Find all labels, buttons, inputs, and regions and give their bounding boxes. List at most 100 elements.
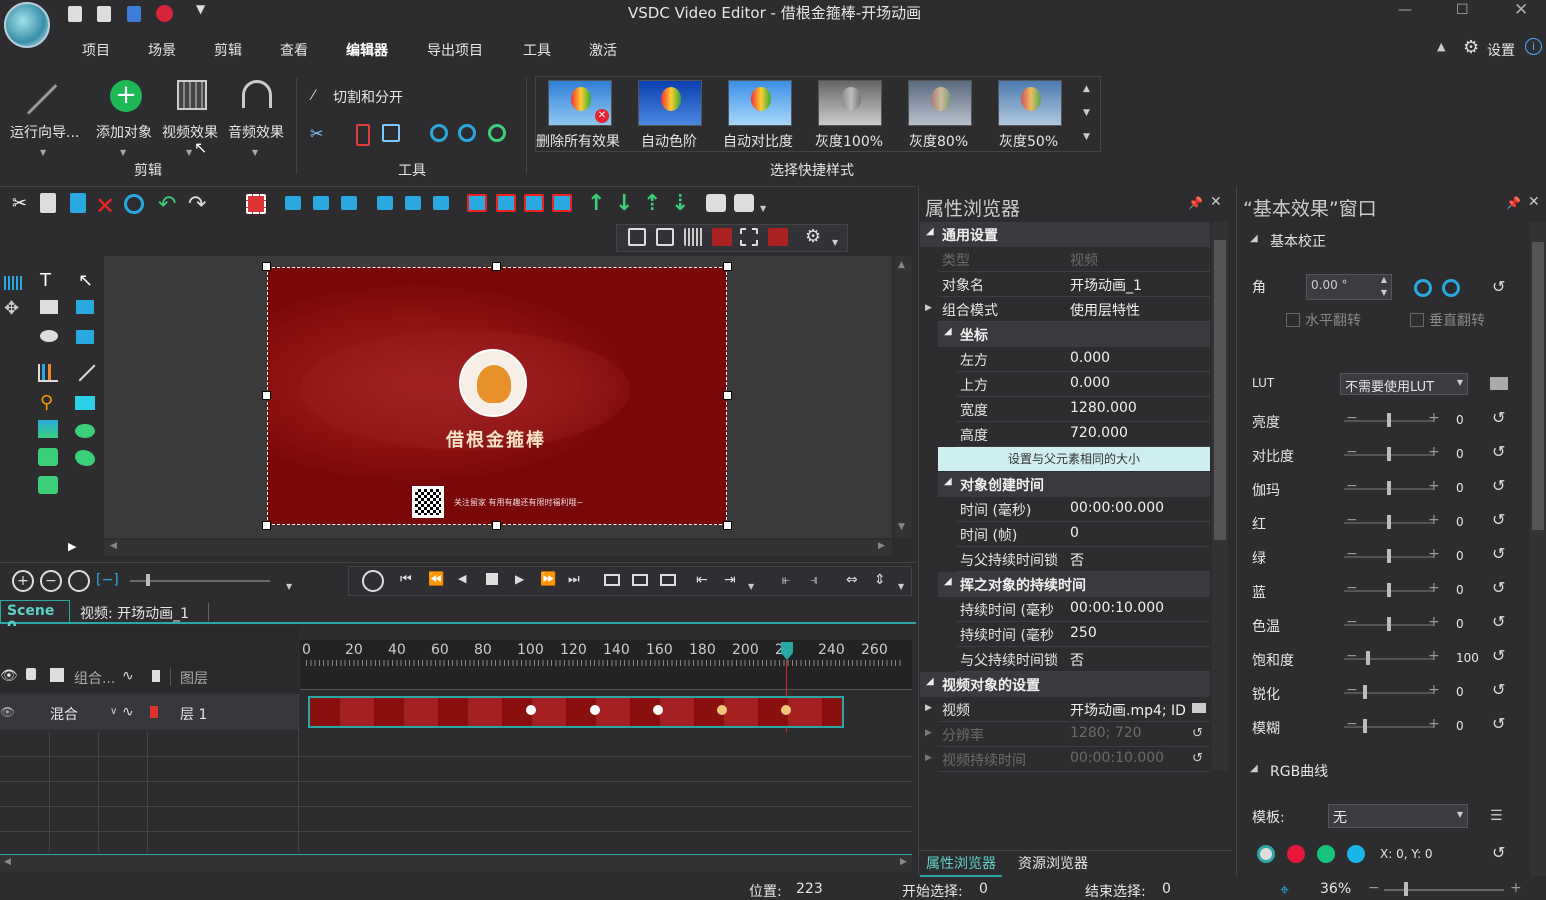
rewind-icon[interactable]: ⏪ (428, 572, 444, 587)
slider-knob[interactable] (1387, 413, 1391, 427)
split-icon[interactable] (632, 574, 648, 586)
resize-handle[interactable] (262, 391, 271, 400)
bounds-icon[interactable] (740, 228, 758, 246)
timeline-zoom-slider[interactable] (130, 580, 270, 582)
move-down-icon[interactable]: ↓ (615, 191, 637, 216)
menu-scene[interactable]: 场景 (148, 40, 176, 60)
rectangle-icon[interactable] (75, 396, 95, 410)
align-end-icon[interactable]: ⫣ (810, 572, 818, 588)
info-icon[interactable]: i (1525, 38, 1542, 55)
open-file-icon[interactable] (97, 6, 111, 22)
reset-icon[interactable]: ↺ (1492, 510, 1505, 529)
prop-time-ms[interactable]: 时间 (毫秒) 00:00:00.000 (956, 497, 1210, 522)
snap-objects-icon[interactable] (656, 228, 674, 246)
minus-icon[interactable]: − (1346, 648, 1358, 664)
properties-scroll-thumb[interactable] (1214, 240, 1226, 540)
style-thumb-auto-contrast[interactable] (728, 80, 792, 126)
waveform-icon[interactable]: ∿ (122, 668, 134, 684)
chevron-down-icon[interactable]: ▼ (40, 148, 46, 157)
resize-handle[interactable] (723, 521, 732, 530)
expand-arrow-icon[interactable]: ▶ (925, 703, 932, 713)
expand-arrow-icon[interactable]: ▶ (925, 303, 932, 313)
menu-editor[interactable]: 编辑器 (346, 40, 388, 60)
snap-icon[interactable] (628, 228, 646, 246)
style-thumb-gray80[interactable] (908, 80, 972, 126)
magnet-snap-icon[interactable] (768, 228, 788, 246)
split-left-icon[interactable] (604, 574, 620, 586)
marker-in-icon[interactable]: ⇤ (696, 572, 708, 588)
distribute-h-icon[interactable] (467, 194, 487, 212)
prop-sync-parent[interactable]: 与父持续时间锁否 (956, 547, 1210, 572)
chevron-down-icon[interactable]: ∨ (110, 706, 117, 717)
cut-split-button[interactable]: 切割和分开 (333, 87, 403, 107)
add-object-button[interactable]: 添加对象 (96, 122, 152, 142)
same-size-icon[interactable] (524, 194, 544, 212)
slider-knob[interactable] (1363, 685, 1367, 699)
prop-duration-ms[interactable]: 持续时间 (毫秒 00:00:10.000 (956, 597, 1210, 622)
expand-icon[interactable]: ⇕ (874, 572, 886, 588)
resize-handle[interactable] (723, 262, 732, 271)
collapse-ribbon-icon[interactable]: ▲ (1437, 40, 1445, 53)
flip-v-checkbox[interactable] (1410, 313, 1424, 327)
minus-icon[interactable]: − (1346, 614, 1358, 630)
prop-sync-parent-2[interactable]: 与父持续时间锁否 (956, 647, 1210, 672)
undo-icon[interactable]: ↶ (158, 192, 180, 217)
collapse-arrow-icon[interactable]: ◢ (1250, 763, 1258, 774)
scroll-up-icon[interactable]: ▲ (898, 260, 905, 270)
chevron-down-icon[interactable]: ▼ (760, 204, 766, 213)
resize-handle[interactable] (262, 262, 271, 271)
gear-icon[interactable]: ⚙ (1463, 37, 1479, 58)
minus-icon[interactable]: − (1346, 444, 1358, 460)
prop-duration-frame[interactable]: 持续时间 (毫秒 250 (956, 622, 1210, 647)
pin-icon[interactable]: 📌 (1506, 196, 1521, 210)
channel-blue-icon[interactable] (1347, 845, 1365, 863)
align-middle-icon[interactable] (405, 196, 421, 210)
spin-down-icon[interactable]: ▼ (1381, 288, 1387, 297)
expand-arrow-icon[interactable]: ▶ (925, 728, 932, 738)
slider-knob[interactable] (1366, 651, 1370, 665)
audio-effects-button[interactable]: 音频效果 (228, 122, 284, 142)
effect-slider[interactable] (1344, 658, 1434, 660)
quick-access-dropdown-icon[interactable]: ▼ (196, 2, 205, 16)
send-back-icon[interactable]: ⇣ (671, 191, 693, 216)
menu-activate[interactable]: 激活 (589, 40, 617, 60)
collapse-arrow-icon[interactable]: ◢ (1250, 233, 1258, 244)
scroll-left-icon[interactable]: ◀ (4, 857, 11, 867)
chevron-down-icon[interactable]: ▼ (120, 148, 126, 157)
reset-icon[interactable]: ↺ (1492, 843, 1505, 862)
plus-icon[interactable]: + (1428, 682, 1440, 698)
chevron-down-icon[interactable]: ▼ (252, 148, 258, 157)
menu-edit[interactable]: 剪辑 (214, 40, 242, 60)
plus-icon[interactable]: + (1428, 546, 1440, 562)
fast-forward-icon[interactable]: ⏩ (540, 572, 556, 587)
menu-project[interactable]: 项目 (82, 40, 110, 60)
record-icon[interactable] (156, 5, 173, 22)
chevron-down-icon[interactable]: ▼ (898, 582, 904, 591)
align-bottom-icon[interactable] (433, 196, 449, 210)
group-icon[interactable] (706, 194, 726, 212)
menu-export[interactable]: 导出项目 (427, 40, 483, 60)
scissors-icon[interactable]: ✂ (310, 124, 332, 146)
canvas-settings-icon[interactable]: ⚙ (805, 226, 827, 248)
rotate-minus-90-icon[interactable] (458, 124, 476, 142)
timeline-h-scrollbar[interactable] (0, 854, 912, 872)
redo-icon[interactable]: ↷ (188, 192, 210, 217)
minus-icon[interactable]: − (1346, 478, 1358, 494)
gallery-expand-icon[interactable]: ▼ (1083, 132, 1090, 142)
channel-white-icon[interactable] (1257, 845, 1275, 863)
spin-up-icon[interactable]: ▲ (1381, 275, 1387, 284)
minus-icon[interactable]: − (1346, 716, 1358, 732)
slider-knob[interactable] (1387, 481, 1391, 495)
panel-close-icon[interactable]: ✕ (1210, 194, 1222, 210)
blend-icon[interactable] (50, 668, 64, 682)
reset-icon[interactable]: ↺ (1492, 680, 1505, 699)
align-right-icon[interactable] (341, 196, 357, 210)
track-audio-icon[interactable]: ∿ (122, 704, 134, 720)
gallery-scroll-down-icon[interactable]: ▼ (1083, 108, 1090, 118)
scroll-right-icon[interactable]: ▶ (878, 541, 885, 551)
lut-folder-icon[interactable] (1490, 377, 1508, 390)
style-thumb-auto-levels[interactable] (638, 80, 702, 126)
prop-video-file[interactable]: 视频 开场动画.mp4; ID (938, 697, 1210, 722)
video-effects-button[interactable]: 视频效果 (162, 122, 218, 142)
delete-icon[interactable]: ✕ (95, 192, 117, 220)
